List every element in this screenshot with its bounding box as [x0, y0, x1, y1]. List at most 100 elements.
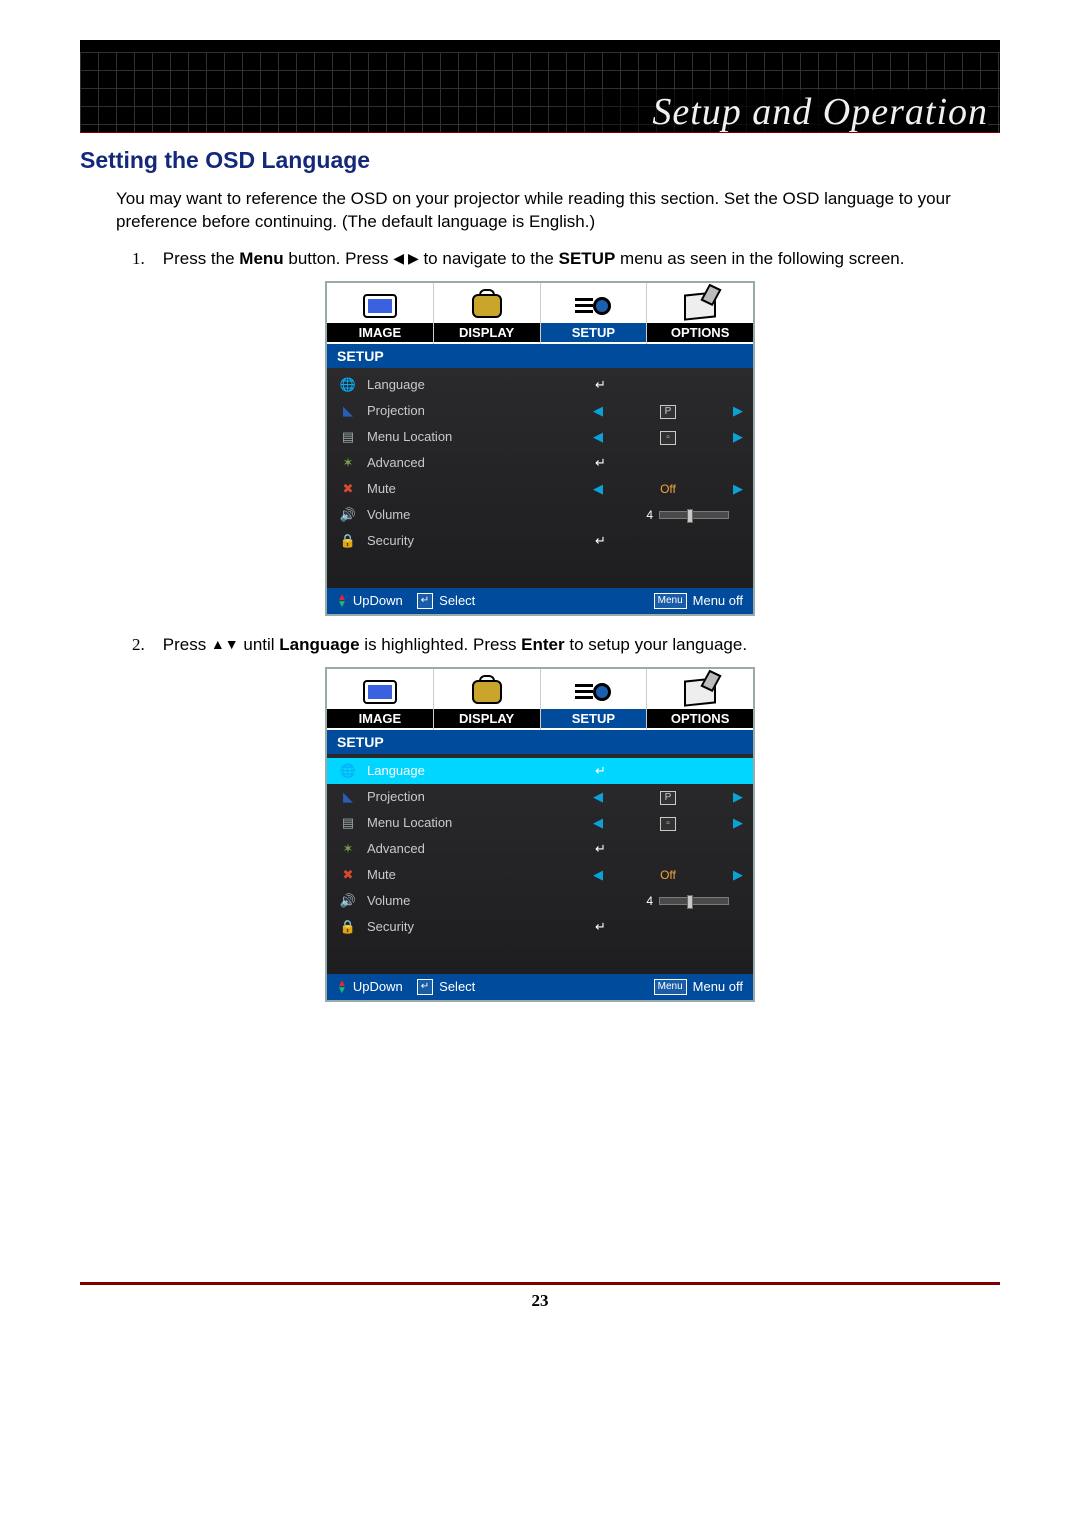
osd-footer-updown: ▲▼UpDown — [337, 979, 403, 994]
osd-tab-options[interactable]: OPTIONS — [646, 283, 753, 344]
osd-tab-setup[interactable]: SETUP — [540, 669, 647, 730]
security-icon: 🔒 — [340, 919, 356, 935]
setup-tab-icon — [575, 295, 611, 317]
volume-icon: 🔊 — [340, 893, 356, 909]
osd-tab-image[interactable]: IMAGE — [327, 669, 433, 730]
chevron-left-icon[interactable]: ◀ — [593, 403, 603, 419]
image-tab-icon — [363, 294, 397, 318]
osd-tab-label: IMAGE — [327, 323, 433, 342]
chevron-right-icon[interactable]: ▶ — [733, 789, 743, 805]
osd-row-projection[interactable]: ◣Projection◀P▶ — [327, 784, 753, 810]
projection-icon: ◣ — [343, 403, 353, 419]
osd-row-volume[interactable]: 🔊Volume4 — [327, 502, 753, 528]
section-heading: Setting the OSD Language — [80, 147, 1000, 174]
updown-icon: ▲▼ — [337, 594, 347, 608]
osd-value: Off — [660, 482, 676, 496]
osd-tab-label: DISPLAY — [434, 709, 540, 728]
osd-footer-menuoff: MenuMenu off — [654, 979, 743, 995]
osd-value: 4 — [593, 508, 659, 522]
osd-tab-label: IMAGE — [327, 709, 433, 728]
osd-row-volume[interactable]: 🔊Volume4 — [327, 888, 753, 914]
osd-tab-label: OPTIONS — [647, 323, 753, 342]
osd-row-mute[interactable]: ✖Mute◀Off▶ — [327, 862, 753, 888]
osd-tab-setup[interactable]: SETUP — [540, 283, 647, 344]
enter-icon: ↵ — [593, 533, 743, 549]
projection-icon: ◣ — [343, 789, 353, 805]
osd-subtitle: SETUP — [327, 730, 753, 754]
osd-row-security[interactable]: 🔒Security↵ — [327, 914, 753, 940]
osd-row-advanced[interactable]: ✶Advanced↵ — [327, 836, 753, 862]
osd-row-label: Security — [359, 533, 593, 548]
header-title: Setup and Operation — [532, 90, 988, 132]
chevron-right-icon[interactable]: ▶ — [733, 403, 743, 419]
osd-tab-display[interactable]: DISPLAY — [433, 669, 540, 730]
volume-slider[interactable] — [659, 511, 729, 519]
up-down-arrows-icon: ▲▼ — [211, 635, 239, 654]
osd-tab-label: SETUP — [541, 323, 647, 342]
osd-row-menu location[interactable]: ▤Menu Location◀▫▶ — [327, 810, 753, 836]
page-footer: 23 — [80, 1282, 1000, 1311]
options-tab-icon — [684, 677, 716, 706]
menu-key-icon: Menu — [654, 979, 687, 995]
enter-key-icon: ↵ — [417, 979, 433, 995]
osd-tab-label: SETUP — [541, 709, 647, 728]
step-2-number: 2. — [132, 634, 158, 657]
chevron-right-icon[interactable]: ▶ — [733, 429, 743, 445]
chevron-left-icon[interactable]: ◀ — [593, 867, 603, 883]
volume-icon: 🔊 — [340, 507, 356, 523]
osd-row-language[interactable]: 🌐Language↵ — [327, 372, 753, 398]
osd-row-language[interactable]: 🌐Language↵ — [327, 758, 753, 784]
osd-row-label: Advanced — [359, 841, 593, 856]
page-number: 23 — [532, 1291, 549, 1310]
osd-tab-image[interactable]: IMAGE — [327, 283, 433, 344]
osd-value-box: ▫ — [660, 431, 676, 445]
display-tab-icon — [472, 294, 502, 318]
osd-row-label: Menu Location — [359, 429, 593, 444]
osd-tabs: IMAGEDISPLAYSETUPOPTIONS — [327, 283, 753, 344]
options-tab-icon — [684, 291, 716, 320]
osd-tabs: IMAGEDISPLAYSETUPOPTIONS — [327, 669, 753, 730]
volume-slider[interactable] — [659, 897, 729, 905]
display-tab-icon — [472, 680, 502, 704]
osd-row-security[interactable]: 🔒Security↵ — [327, 528, 753, 554]
osd-body: 🌐Language↵◣Projection◀P▶▤Menu Location◀▫… — [327, 754, 753, 974]
osd-row-mute[interactable]: ✖Mute◀Off▶ — [327, 476, 753, 502]
intro-paragraph: You may want to reference the OSD on you… — [116, 188, 1000, 234]
chevron-right-icon[interactable]: ▶ — [733, 815, 743, 831]
osd-row-projection[interactable]: ◣Projection◀P▶ — [327, 398, 753, 424]
enter-icon: ↵ — [593, 455, 743, 471]
osd-tab-display[interactable]: DISPLAY — [433, 283, 540, 344]
osd-row-label: Mute — [359, 481, 593, 496]
chevron-left-icon[interactable]: ◀ — [593, 815, 603, 831]
osd-tab-options[interactable]: OPTIONS — [646, 669, 753, 730]
updown-icon: ▲▼ — [337, 980, 347, 994]
chevron-left-icon[interactable]: ◀ — [593, 789, 603, 805]
step-2-text: Press ▲▼ until Language is highlighted. … — [163, 635, 747, 654]
osd-row-label: Volume — [359, 507, 593, 522]
osd-footer-menuoff: MenuMenu off — [654, 593, 743, 609]
globe-icon: 🌐 — [340, 763, 356, 779]
osd-row-label: Projection — [359, 789, 593, 804]
chevron-left-icon[interactable]: ◀ — [593, 429, 603, 445]
osd-footer: ▲▼UpDown↵SelectMenuMenu off — [327, 588, 753, 614]
step-2: 2. Press ▲▼ until Language is highlighte… — [132, 634, 1000, 657]
advanced-icon: ✶ — [343, 455, 354, 471]
security-icon: 🔒 — [340, 533, 356, 549]
osd-footer-select: ↵Select — [417, 979, 476, 995]
chevron-right-icon[interactable]: ▶ — [733, 481, 743, 497]
steps-list: 1. Press the Menu button. Press ◀ ▶ to n… — [132, 248, 1000, 271]
osd-footer: ▲▼UpDown ↵Select MenuMenu off — [327, 974, 753, 1000]
osd-row-label: Language — [359, 763, 593, 778]
osd-footer-updown: ▲▼UpDown — [337, 593, 403, 608]
osd-row-menu location[interactable]: ▤Menu Location◀▫▶ — [327, 424, 753, 450]
enter-icon: ↵ — [593, 919, 743, 935]
osd-value-box: ▫ — [660, 817, 676, 831]
osd-row-label: Menu Location — [359, 815, 593, 830]
chevron-right-icon[interactable]: ▶ — [733, 867, 743, 883]
chevron-left-icon[interactable]: ◀ — [593, 481, 603, 497]
step-1: 1. Press the Menu button. Press ◀ ▶ to n… — [132, 248, 1000, 271]
header-band: Setup and Operation — [80, 40, 1000, 132]
osd-value: 4 — [593, 894, 659, 908]
osd-row-advanced[interactable]: ✶Advanced↵ — [327, 450, 753, 476]
osd-row-label: Volume — [359, 893, 593, 908]
